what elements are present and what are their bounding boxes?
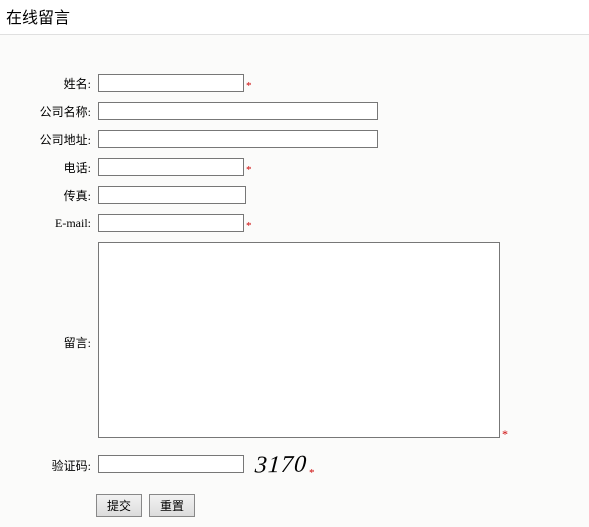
required-mark: * [307,467,315,479]
email-input[interactable] [98,214,244,232]
captcha-input[interactable] [98,455,244,473]
required-mark: * [244,220,252,232]
fax-label: 传真: [0,185,97,205]
reset-button[interactable]: 重置 [149,494,195,517]
phone-label: 电话: [0,157,97,177]
submit-button[interactable]: 提交 [96,494,142,517]
message-form: 姓名: * 公司名称: 公司地址: 电话: * 传真: [0,35,589,517]
required-mark: * [244,80,252,92]
address-label: 公司地址: [0,129,97,149]
fax-input[interactable] [98,186,246,204]
address-input[interactable] [98,130,378,148]
captcha-image: 3170 [254,452,308,480]
name-input[interactable] [98,74,244,92]
company-input[interactable] [98,102,378,120]
phone-input[interactable] [98,158,244,176]
page-title: 在线留言 [0,0,589,35]
message-textarea[interactable] [98,242,500,438]
captcha-label: 验证码: [0,451,97,480]
required-mark: * [502,427,508,442]
email-label: E-mail: [0,213,97,233]
company-label: 公司名称: [0,101,97,121]
name-label: 姓名: [0,73,97,93]
message-label: 留言: [0,241,97,443]
required-mark: * [244,164,252,176]
